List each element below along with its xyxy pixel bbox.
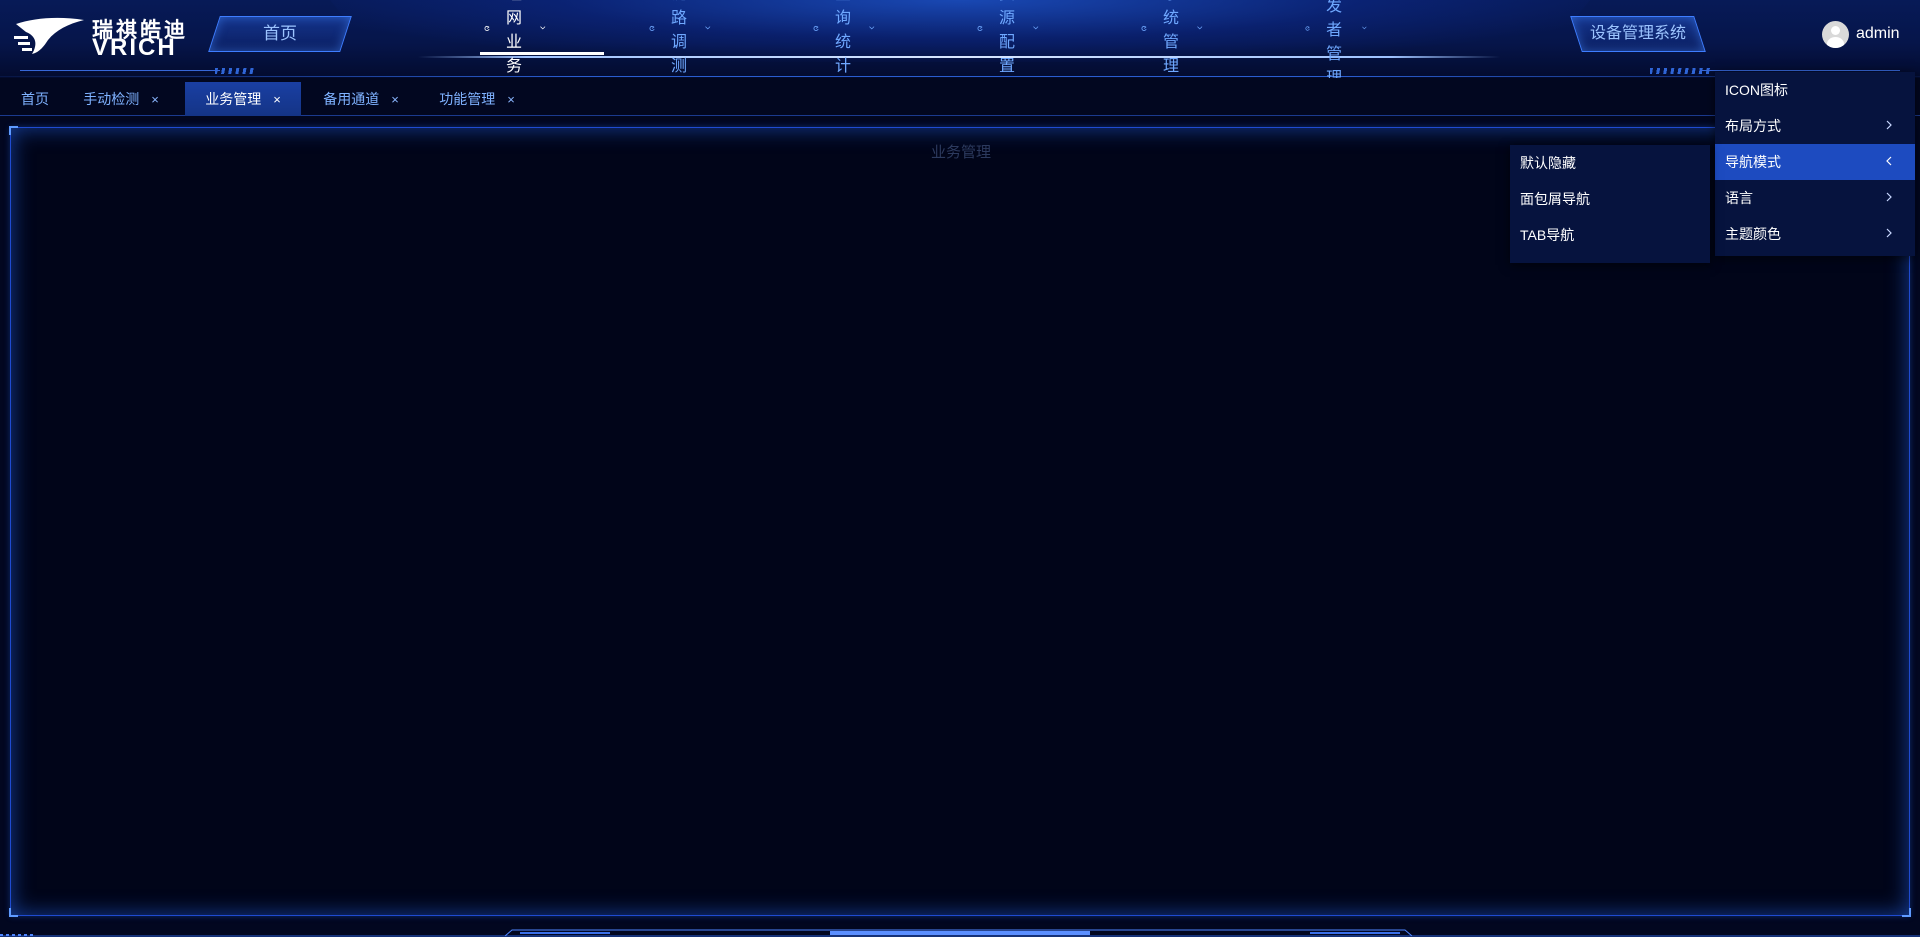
menu-item-icon[interactable]: ICON图标 [1715,72,1915,108]
tab-function-management[interactable]: 功能管理 × [428,82,526,116]
menu-item-layout[interactable]: 布局方式 [1715,108,1915,144]
menu-item-label: 语言 [1725,190,1753,206]
tab-label: 功能管理 [439,91,496,107]
top-header: 瑞祺皓迪 VRICH 首页 组网业务 链路调测 [0,0,1920,78]
refresh-circle-icon [484,25,490,31]
submenu-item-breadcrumb-nav[interactable]: 面包屑导航 [1510,181,1710,217]
refresh-circle-icon [977,25,983,31]
menu-item-label: ICON图标 [1725,82,1788,98]
close-icon[interactable]: × [273,92,281,107]
frame-corner [9,126,18,135]
submenu-item-label: TAB导航 [1520,227,1575,243]
chevron-right-icon [1886,192,1892,202]
menu-item-label: 导航模式 [1725,154,1781,170]
header-deco-line-right [1700,70,1900,71]
system-name-label: 设备管理系统 [1589,25,1686,42]
submenu-item-label: 面包屑导航 [1520,191,1590,207]
submenu-item-tab-nav[interactable]: TAB导航 [1510,217,1710,253]
submenu-item-label: 默认隐藏 [1520,155,1576,171]
chevron-left-icon [1886,156,1892,166]
chevron-right-icon [1886,228,1892,238]
menu-item-nav-mode[interactable]: 导航模式 [1715,144,1915,180]
header-deco-line-left [20,70,220,71]
tab-backup-channel[interactable]: 备用通道 × [312,82,410,116]
nav-active-indicator [480,52,604,55]
refresh-circle-icon [1141,25,1147,31]
refresh-circle-icon [1305,25,1310,31]
chevron-down-icon [1033,26,1039,30]
nav-item-label: 链路调测 [670,0,687,75]
menu-item-label: 布局方式 [1725,118,1781,134]
username: admin [1856,25,1900,42]
menu-item-language[interactable]: 语言 [1715,180,1915,216]
nav-mode-submenu: 默认隐藏 面包屑导航 TAB导航 [1510,145,1710,263]
page-tabs: 首页 手动检测 × 业务管理 × 备用通道 × 功能管理 × [0,82,1920,116]
user-dropdown-menu: ICON图标 布局方式 导航模式 语言 主题颜色 [1715,72,1915,256]
tab-label: 首页 [21,91,49,107]
header-deco-stripes-left [215,68,255,74]
nav-item-label: 系统管理 [1162,0,1179,75]
home-button-label: 首页 [263,24,297,43]
chevron-down-icon [1362,26,1367,30]
close-icon[interactable]: × [151,92,159,107]
nav-item-link-test[interactable]: 链路调测 [649,0,711,75]
chevron-down-icon [540,26,546,30]
nav-item-label: 组网业务 [505,0,522,75]
system-name-button[interactable]: 设备管理系统 [1570,16,1706,52]
nav-item-networking[interactable]: 组网业务 [480,0,604,75]
nav-item-developer-management[interactable]: 开发者管理 [1305,0,1367,78]
close-icon[interactable]: × [391,92,399,107]
submenu-item-default-hidden[interactable]: 默认隐藏 [1510,145,1710,181]
tab-label: 业务管理 [205,91,262,107]
tab-home[interactable]: 首页 [4,82,66,116]
nav-item-label: 开发者管理 [1326,0,1343,78]
nav-item-system-management[interactable]: 系统管理 [1141,0,1203,75]
frame-corner [9,908,18,917]
nav-item-label: 查询统计 [834,0,851,75]
header-deco-stripes-right [1650,68,1710,74]
chevron-down-icon [705,26,711,30]
footer-decoration [0,929,1920,937]
brand-logo[interactable]: 瑞祺皓迪 VRICH [14,12,189,61]
chevron-down-icon [869,26,875,30]
header-divider [0,76,1920,77]
avatar-icon [1822,20,1849,48]
menu-item-label: 主题颜色 [1725,226,1781,242]
tab-service-management[interactable]: 业务管理 × [185,82,301,116]
home-button[interactable]: 首页 [208,16,352,52]
close-icon[interactable]: × [507,92,515,107]
refresh-circle-icon [813,25,819,31]
frame-corner [1902,908,1911,917]
logo-mark-icon [14,17,84,54]
tab-manual-detection[interactable]: 手动检测 × [72,82,170,116]
menu-item-theme-color[interactable]: 主题颜色 [1715,216,1915,252]
nav-item-resource-config[interactable]: 资源配置 [977,0,1039,75]
chevron-down-icon [1197,26,1203,30]
user-menu-trigger[interactable]: admin [1822,20,1900,48]
tab-label: 备用通道 [323,91,380,107]
nav-item-label: 资源配置 [998,0,1015,75]
chevron-right-icon [1886,120,1892,130]
tab-label: 手动检测 [83,91,140,107]
brand-name-en: VRICH [92,34,177,61]
refresh-circle-icon [649,25,655,31]
nav-item-query-stats[interactable]: 查询统计 [813,0,875,75]
